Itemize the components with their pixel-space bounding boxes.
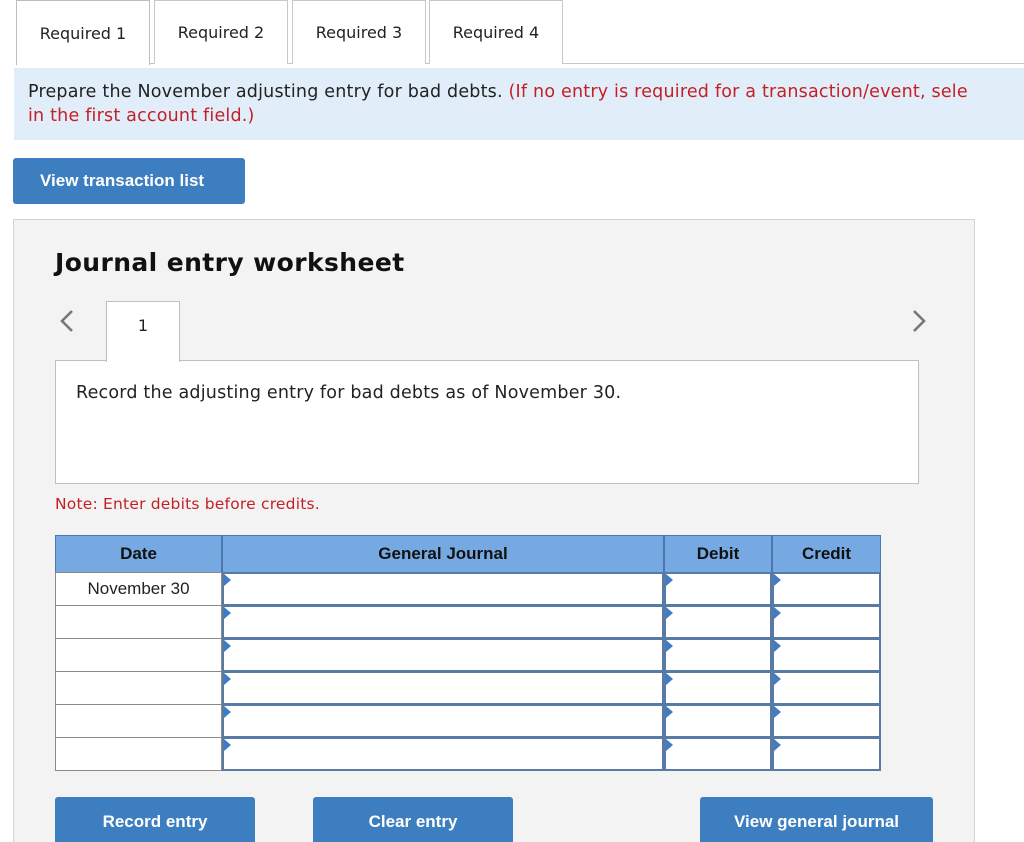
- dropdown-triangle-icon: [224, 739, 231, 751]
- dropdown-triangle-icon: [774, 607, 781, 619]
- account-input[interactable]: [222, 671, 664, 705]
- dropdown-triangle-icon: [666, 607, 673, 619]
- entry-tab-1[interactable]: 1: [106, 301, 180, 362]
- debit-input[interactable]: [664, 638, 772, 672]
- dropdown-triangle-icon: [224, 607, 231, 619]
- prompt-text: Prepare the November adjusting entry for…: [28, 82, 509, 102]
- tab-label: Required 4: [452, 23, 540, 42]
- column-header-date: Date: [55, 535, 222, 573]
- tab-label: Required 1: [39, 23, 127, 43]
- question-prompt: Prepare the November adjusting entry for…: [14, 68, 1024, 140]
- dropdown-triangle-icon: [224, 640, 231, 652]
- date-cell[interactable]: [55, 638, 222, 672]
- prompt-hint-line2: in the first account field.): [28, 106, 255, 126]
- dropdown-triangle-icon: [774, 640, 781, 652]
- requirement-tabs: Required 1 Required 2 Required 3 Require…: [0, 0, 1024, 65]
- journal-entry-worksheet-panel: Journal entry worksheet 1 Record the adj…: [13, 219, 975, 842]
- dropdown-triangle-icon: [666, 574, 673, 586]
- tab-required-2[interactable]: Required 2: [154, 0, 288, 64]
- debit-input[interactable]: [664, 737, 772, 771]
- dropdown-triangle-icon: [666, 640, 673, 652]
- dropdown-triangle-icon: [774, 673, 781, 685]
- tab-required-1[interactable]: Required 1: [16, 0, 150, 65]
- entry-tab-label: 1: [137, 316, 149, 335]
- account-input[interactable]: [222, 572, 664, 606]
- entry-instruction: Record the adjusting entry for bad debts…: [76, 383, 622, 403]
- dropdown-triangle-icon: [774, 706, 781, 718]
- column-header-credit: Credit: [772, 535, 881, 573]
- date-cell[interactable]: [55, 704, 222, 738]
- account-input[interactable]: [222, 638, 664, 672]
- credit-input[interactable]: [772, 572, 881, 606]
- record-entry-button[interactable]: Record entry: [55, 797, 255, 842]
- worksheet-title: Journal entry worksheet: [55, 248, 405, 277]
- prompt-hint: (If no entry is required for a transacti…: [508, 82, 968, 102]
- dropdown-triangle-icon: [666, 739, 673, 751]
- tab-required-4[interactable]: Required 4: [429, 0, 563, 64]
- dropdown-triangle-icon: [666, 706, 673, 718]
- column-header-debit: Debit: [664, 535, 772, 573]
- chevron-right-icon[interactable]: [910, 308, 928, 340]
- date-cell[interactable]: [55, 737, 222, 771]
- debit-input[interactable]: [664, 671, 772, 705]
- tab-label: Required 2: [177, 23, 265, 42]
- date-cell[interactable]: [55, 605, 222, 639]
- credit-input[interactable]: [772, 638, 881, 672]
- credit-input[interactable]: [772, 704, 881, 738]
- column-header-general-journal: General Journal: [222, 535, 664, 573]
- dropdown-triangle-icon: [224, 574, 231, 586]
- clear-entry-button[interactable]: Clear entry: [313, 797, 513, 842]
- date-cell: November 30: [55, 572, 222, 606]
- tab-required-3[interactable]: Required 3: [292, 0, 426, 64]
- debit-credit-note: Note: Enter debits before credits.: [55, 495, 320, 513]
- credit-input[interactable]: [772, 671, 881, 705]
- dropdown-triangle-icon: [224, 673, 231, 685]
- chevron-left-icon[interactable]: [58, 308, 76, 340]
- tab-label: Required 3: [315, 23, 403, 42]
- debit-input[interactable]: [664, 605, 772, 639]
- credit-input[interactable]: [772, 737, 881, 771]
- debit-input[interactable]: [664, 704, 772, 738]
- view-general-journal-button[interactable]: View general journal: [700, 797, 933, 842]
- dropdown-triangle-icon: [224, 706, 231, 718]
- account-input[interactable]: [222, 605, 664, 639]
- account-input[interactable]: [222, 704, 664, 738]
- account-input[interactable]: [222, 737, 664, 771]
- date-cell[interactable]: [55, 671, 222, 705]
- dropdown-triangle-icon: [774, 739, 781, 751]
- debit-input[interactable]: [664, 572, 772, 606]
- credit-input[interactable]: [772, 605, 881, 639]
- dropdown-triangle-icon: [774, 574, 781, 586]
- view-transaction-list-button[interactable]: View transaction list: [13, 158, 245, 204]
- entry-instruction-box: Record the adjusting entry for bad debts…: [55, 360, 919, 484]
- dropdown-triangle-icon: [666, 673, 673, 685]
